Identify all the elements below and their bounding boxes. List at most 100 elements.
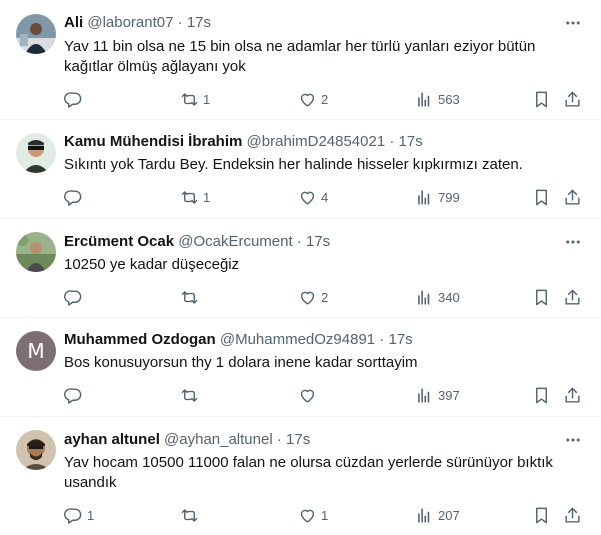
tweet-header: ayhan altunel @ayhan_altunel · 17s [64, 430, 310, 450]
retweet-icon [181, 290, 198, 304]
avatar[interactable]: M [16, 331, 56, 371]
retweet-icon [181, 508, 198, 522]
share-icon [565, 507, 580, 523]
timestamp[interactable]: 17s [306, 233, 330, 250]
timestamp[interactable]: 17s [187, 14, 211, 31]
retweet-button[interactable]: 1 [180, 187, 210, 207]
views-count: 397 [438, 387, 460, 403]
share-icon [565, 387, 580, 403]
display-name[interactable]: Ali [64, 14, 83, 31]
like-button[interactable]: 1 [298, 505, 328, 525]
tweet-actions: 1 2 563 [54, 89, 594, 109]
views-count: 563 [438, 91, 460, 107]
share-button[interactable] [563, 187, 582, 207]
bookmark-icon [536, 387, 547, 403]
views-count: 799 [438, 189, 460, 205]
views-button[interactable]: 207 [415, 505, 460, 525]
display-name[interactable]: Kamu Mühendisi İbrahim [64, 133, 242, 150]
more-icon[interactable] [563, 430, 583, 450]
views-button[interactable]: 397 [415, 385, 460, 405]
more-icon[interactable] [563, 232, 583, 252]
tweet-feed: Ali @laborant07 · 17s Yav 11 bin olsa ne… [0, 0, 601, 535]
reply-icon [64, 507, 82, 524]
views-icon [418, 189, 430, 205]
bookmark-icon [536, 507, 547, 523]
like-button[interactable]: 2 [298, 89, 328, 109]
share-icon [565, 91, 580, 107]
separator-dot: · [389, 133, 395, 150]
reply-button[interactable] [64, 385, 87, 405]
display-name[interactable]: Muhammed Ozdogan [64, 331, 216, 348]
avatar[interactable] [16, 232, 56, 272]
views-count: 207 [438, 507, 460, 523]
like-button[interactable] [298, 385, 321, 405]
views-icon [418, 91, 430, 107]
user-handle[interactable]: @ayhan_altunel [164, 431, 273, 448]
retweet-count: 1 [203, 189, 211, 205]
tweet-actions: 397 [54, 385, 594, 405]
bookmark-button[interactable] [532, 287, 551, 307]
reply-count: 1 [87, 507, 95, 523]
retweet-button[interactable] [180, 287, 203, 307]
avatar[interactable] [16, 14, 56, 54]
separator-dot: · [379, 331, 385, 348]
share-button[interactable] [563, 89, 582, 109]
separator-dot: · [177, 14, 183, 31]
views-button[interactable]: 799 [415, 187, 460, 207]
display-name[interactable]: Ercüment Ocak [64, 233, 174, 250]
views-button[interactable]: 340 [415, 287, 460, 307]
user-handle[interactable]: @brahimD24854021 [247, 133, 386, 150]
tweet[interactable]: ayhan altunel @ayhan_altunel · 17s Yav h… [0, 417, 601, 535]
user-handle[interactable]: @MuhammedOz94891 [220, 331, 375, 348]
reply-button[interactable]: 1 [64, 505, 94, 525]
like-icon [300, 389, 315, 403]
user-handle[interactable]: @OcakErcument [178, 233, 292, 250]
tweet-text: 10250 ye kadar düşeceğiz [64, 256, 240, 273]
tweet[interactable]: Ercüment Ocak @OcakErcument · 17s 10250 … [0, 219, 601, 318]
tweet[interactable]: Ali @laborant07 · 17s Yav 11 bin olsa ne… [0, 0, 601, 120]
bookmark-button[interactable] [532, 89, 551, 109]
share-button[interactable] [563, 287, 582, 307]
reply-button[interactable] [64, 287, 87, 307]
retweet-button[interactable] [180, 385, 203, 405]
views-button[interactable]: 563 [415, 89, 460, 109]
share-button[interactable] [563, 385, 582, 405]
like-count: 2 [321, 91, 329, 107]
timestamp[interactable]: 17s [389, 331, 413, 348]
bookmark-icon [536, 189, 547, 205]
avatar[interactable] [16, 133, 56, 173]
like-icon [300, 191, 315, 205]
bookmark-button[interactable] [532, 505, 551, 525]
bookmark-button[interactable] [532, 385, 551, 405]
tweet-text: Yav 11 bin olsa ne 15 bin olsa ne adamla… [64, 38, 536, 75]
tweet-header: Kamu Mühendisi İbrahim @brahimD24854021 … [64, 132, 423, 152]
tweet[interactable]: M Muhammed Ozdogan @MuhammedOz94891 · 17… [0, 318, 601, 417]
user-handle[interactable]: @laborant07 [87, 14, 173, 31]
reply-button[interactable] [64, 187, 87, 207]
timestamp[interactable]: 17s [286, 431, 310, 448]
tweet-text: Bos konusuyorsun thy 1 dolara inene kada… [64, 354, 418, 371]
tweet[interactable]: Kamu Mühendisi İbrahim @brahimD24854021 … [0, 120, 601, 219]
retweet-button[interactable]: 1 [180, 89, 210, 109]
tweet-header: Muhammed Ozdogan @MuhammedOz94891 · 17s [64, 330, 413, 350]
retweet-icon [181, 388, 198, 402]
display-name[interactable]: ayhan altunel [64, 431, 160, 448]
like-icon [300, 291, 315, 305]
separator-dot: · [276, 431, 282, 448]
more-icon[interactable] [563, 13, 583, 33]
views-count: 340 [438, 289, 460, 305]
like-count: 2 [321, 289, 329, 305]
timestamp[interactable]: 17s [399, 133, 423, 150]
like-icon [300, 509, 315, 523]
like-button[interactable]: 2 [298, 287, 328, 307]
views-icon [418, 387, 430, 403]
retweet-count: 1 [203, 91, 211, 107]
retweet-button[interactable] [180, 505, 203, 525]
reply-icon [64, 387, 82, 404]
bookmark-button[interactable] [532, 187, 551, 207]
like-button[interactable]: 4 [298, 187, 328, 207]
avatar[interactable] [16, 430, 56, 470]
like-count: 4 [321, 189, 329, 205]
share-button[interactable] [563, 505, 582, 525]
reply-button[interactable] [64, 89, 87, 109]
